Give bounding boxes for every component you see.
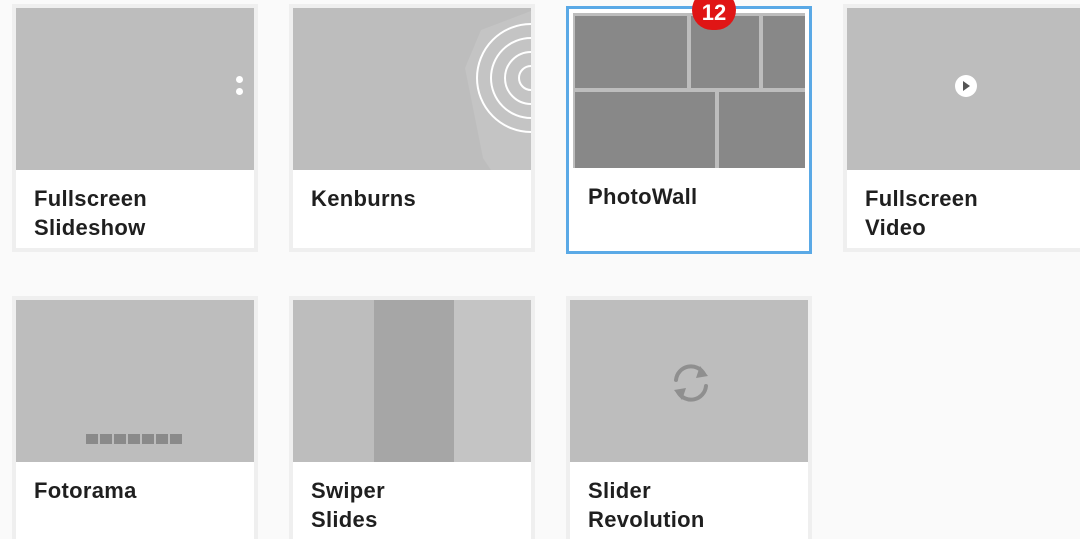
swipe-panel (293, 300, 374, 462)
label-line-2: Revolution (588, 507, 705, 532)
layout-preview (16, 300, 254, 462)
layout-card-swiper-slides[interactable]: Swiper Slides (289, 296, 535, 539)
layout-preview (573, 13, 805, 168)
thumbnail-strip-icon (86, 434, 182, 444)
label-line-2: Video (865, 215, 927, 240)
layout-card-photowall[interactable]: PhotoWall (566, 6, 812, 254)
layout-label: Fotorama (34, 476, 137, 505)
layout-card-kenburns[interactable]: Kenburns (289, 4, 535, 252)
photo-tile (575, 16, 687, 88)
layout-label: Swiper Slides (311, 476, 385, 534)
layout-preview (293, 300, 531, 462)
label-line-1: Kenburns (311, 186, 417, 211)
swipe-panel (374, 300, 454, 462)
label-line-1: Fullscreen (865, 186, 979, 211)
layout-gallery: 12 Fullscreen Slideshow Kenburns PhotoWa… (0, 0, 1080, 539)
label-line-1: Fotorama (34, 478, 137, 503)
layout-label: Fullscreen Slideshow (34, 184, 147, 242)
concentric-circles-icon (465, 11, 531, 170)
label-line-1: Slider (588, 478, 651, 503)
layout-preview (293, 8, 531, 170)
label-line-1: Fullscreen (34, 186, 148, 211)
layout-card-slider-revolution[interactable]: Slider Revolution (566, 296, 812, 539)
layout-label: PhotoWall (588, 182, 697, 211)
swipe-panel (454, 300, 531, 462)
label-line-1: Swiper (311, 478, 385, 503)
label-line-1: PhotoWall (588, 184, 698, 209)
layout-preview (847, 8, 1080, 170)
photo-tile (719, 92, 805, 168)
layout-card-fullscreen-video[interactable]: Fullscreen Video (843, 4, 1080, 252)
label-line-2: Slideshow (34, 215, 146, 240)
label-line-2: Slides (311, 507, 378, 532)
layout-card-fullscreen-slideshow[interactable]: Fullscreen Slideshow (12, 4, 258, 252)
play-icon (955, 75, 977, 97)
layout-label: Slider Revolution (588, 476, 705, 534)
photo-tile (575, 92, 715, 168)
layout-preview (16, 8, 254, 170)
photo-tile (763, 16, 805, 88)
layout-label: Kenburns (311, 184, 416, 213)
layout-label: Fullscreen Video (865, 184, 978, 242)
dots-icon (236, 76, 244, 102)
refresh-icon (674, 364, 708, 402)
layout-card-fotorama[interactable]: Fotorama (12, 296, 258, 539)
layout-preview (570, 300, 808, 462)
